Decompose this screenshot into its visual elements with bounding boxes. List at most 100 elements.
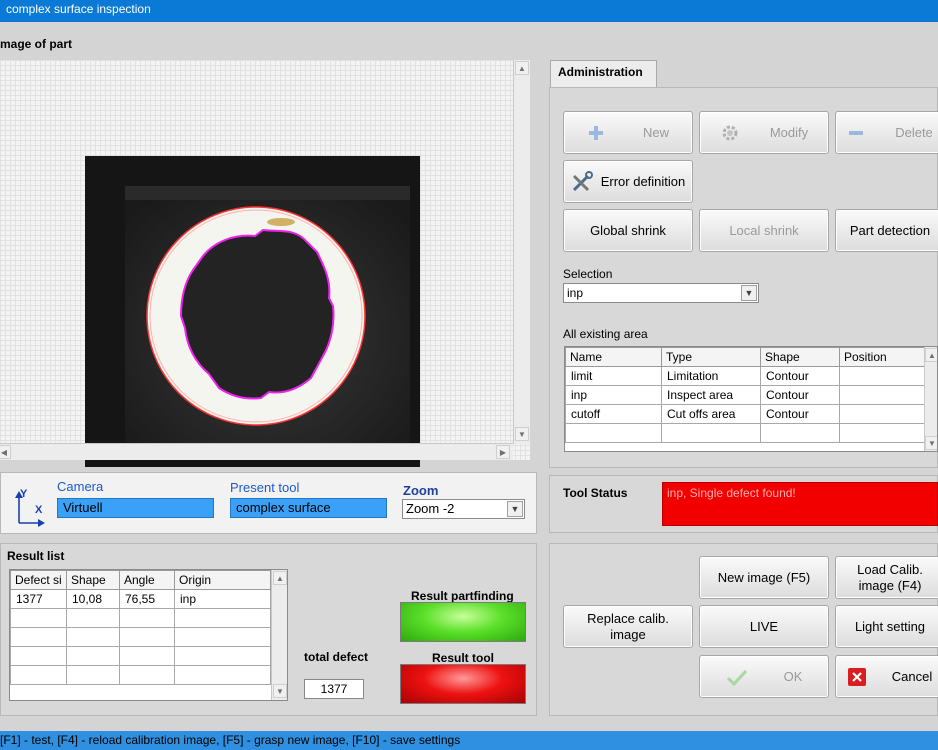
load-calib-label-line1: Load Calib. <box>857 561 923 577</box>
delete-button[interactable]: Delete <box>835 111 938 154</box>
image-viewport[interactable]: ▲ ▼ ◀ ▶ <box>0 60 530 467</box>
total-defect-label: total defect <box>304 650 369 664</box>
present-tool-field[interactable]: complex surface <box>230 498 387 518</box>
checkmark-icon <box>726 668 748 686</box>
window-title: complex surface inspection <box>0 0 938 22</box>
column-header[interactable]: Position <box>839 347 928 367</box>
ok-button-label: OK <box>783 668 803 684</box>
load-calib-image-button[interactable]: Load Calib. image (F4) <box>835 556 938 599</box>
load-calib-label-line2: image (F4) <box>858 577 922 593</box>
table-cell: Limitation <box>661 366 761 386</box>
close-icon <box>847 667 866 686</box>
table-cell <box>839 366 928 386</box>
scroll-down-icon[interactable]: ▼ <box>515 427 529 441</box>
areas-label: All existing area <box>563 327 648 341</box>
x-axis-label: X <box>35 504 43 516</box>
table-row[interactable] <box>565 423 928 443</box>
areas-table-header: Name Type Shape Position <box>565 347 928 367</box>
table-cell: inp <box>565 385 662 405</box>
new-button[interactable]: New <box>563 111 693 154</box>
table-row[interactable] <box>10 665 271 685</box>
scroll-left-icon[interactable]: ◀ <box>0 445 11 459</box>
table-cell: 1377 <box>10 589 67 609</box>
table-cell: Cut offs area <box>661 404 761 424</box>
column-header[interactable]: Defect si <box>10 570 67 590</box>
statusbar: [F1] - test, [F4] - reload calibration i… <box>0 731 938 750</box>
scroll-up-icon[interactable]: ▲ <box>925 348 937 362</box>
column-header[interactable]: Shape <box>66 570 120 590</box>
result-table-header: Defect si Shape Angle Origin <box>10 570 271 590</box>
chevron-down-icon[interactable]: ▼ <box>507 501 523 517</box>
zoom-select[interactable]: Zoom -2 ▼ <box>402 499 525 519</box>
scroll-up-icon[interactable]: ▲ <box>515 61 529 75</box>
areas-table[interactable]: Name Type Shape Position limit Limitatio… <box>564 346 938 452</box>
areas-table-scrollbar[interactable]: ▲ ▼ <box>924 347 937 451</box>
table-row[interactable]: cutoff Cut offs area Contour <box>565 404 928 424</box>
table-cell <box>839 404 928 424</box>
image-vertical-scrollbar[interactable]: ▲ ▼ <box>513 60 530 444</box>
table-cell <box>839 385 928 405</box>
modify-button[interactable]: Modify <box>699 111 829 154</box>
image-horizontal-scrollbar[interactable]: ◀ ▶ <box>0 443 513 460</box>
table-cell: Contour <box>760 385 840 405</box>
table-row[interactable]: inp Inspect area Contour <box>565 385 928 405</box>
result-partfinding-label: Result partfinding <box>411 589 514 603</box>
live-button[interactable]: LIVE <box>699 605 829 648</box>
tools-icon <box>571 170 593 193</box>
replace-calib-image-button[interactable]: Replace calib. image <box>563 605 693 648</box>
result-tool-indicator <box>400 664 526 704</box>
zoom-value: Zoom -2 <box>406 501 455 516</box>
table-cell: 10,08 <box>66 589 120 609</box>
global-shrink-button[interactable]: Global shrink <box>563 209 693 252</box>
ok-button[interactable]: OK <box>699 655 829 698</box>
selection-value: inp <box>567 286 584 300</box>
chevron-down-icon[interactable]: ▼ <box>741 285 757 301</box>
result-table[interactable]: Defect si Shape Angle Origin 1377 10,08 … <box>9 569 288 701</box>
table-cell: cutoff <box>565 404 662 424</box>
table-cell: inp <box>174 589 271 609</box>
camera-tool-group: Y X Camera Virtuell Present tool complex… <box>0 472 537 534</box>
error-definition-button[interactable]: Error definition <box>563 160 693 203</box>
result-table-scrollbar[interactable]: ▲ ▼ <box>271 570 287 700</box>
part-detection-button[interactable]: Part detection <box>835 209 938 252</box>
table-row[interactable] <box>10 608 271 628</box>
table-row[interactable]: limit Limitation Contour <box>565 366 928 386</box>
table-cell: 76,55 <box>119 589 175 609</box>
column-header[interactable]: Shape <box>760 347 840 367</box>
table-row[interactable] <box>10 627 271 647</box>
table-row[interactable]: 1377 10,08 76,55 inp <box>10 589 271 609</box>
result-partfinding-indicator <box>400 602 526 642</box>
gear-icon <box>720 123 740 143</box>
modify-button-label: Modify <box>769 124 809 140</box>
result-tool-label: Result tool <box>432 651 494 665</box>
camera-field[interactable]: Virtuell <box>57 498 214 518</box>
column-header[interactable]: Type <box>661 347 761 367</box>
table-cell: limit <box>565 366 662 386</box>
tool-status-message: inp, Single defect found! <box>662 482 938 526</box>
zoom-label: Zoom <box>403 483 439 498</box>
delete-button-label: Delete <box>895 124 933 140</box>
table-row[interactable] <box>10 646 271 666</box>
tab-administration[interactable]: Administration <box>550 60 657 88</box>
column-header[interactable]: Name <box>565 347 662 367</box>
scroll-up-icon[interactable]: ▲ <box>273 571 287 585</box>
new-image-button[interactable]: New image (F5) <box>699 556 829 599</box>
present-tool-label: Present tool <box>230 480 300 495</box>
scroll-down-icon[interactable]: ▼ <box>273 684 287 698</box>
part-image <box>85 156 420 467</box>
selection-label: Selection <box>563 267 613 281</box>
scroll-down-icon[interactable]: ▼ <box>925 436 937 450</box>
camera-label: Camera <box>57 479 104 494</box>
replace-calib-label-line2: image <box>610 626 646 642</box>
light-setting-button[interactable]: Light setting <box>835 605 938 648</box>
cancel-button[interactable]: Cancel <box>835 655 938 698</box>
column-header[interactable]: Origin <box>174 570 271 590</box>
error-definition-label: Error definition <box>600 173 686 189</box>
local-shrink-button[interactable]: Local shrink <box>699 209 829 252</box>
cancel-button-label: Cancel <box>891 668 933 684</box>
table-cell: Contour <box>760 404 840 424</box>
column-header[interactable]: Angle <box>119 570 175 590</box>
table-cell: Inspect area <box>661 385 761 405</box>
selection-select[interactable]: inp ▼ <box>563 283 759 303</box>
scroll-right-icon[interactable]: ▶ <box>496 445 510 459</box>
